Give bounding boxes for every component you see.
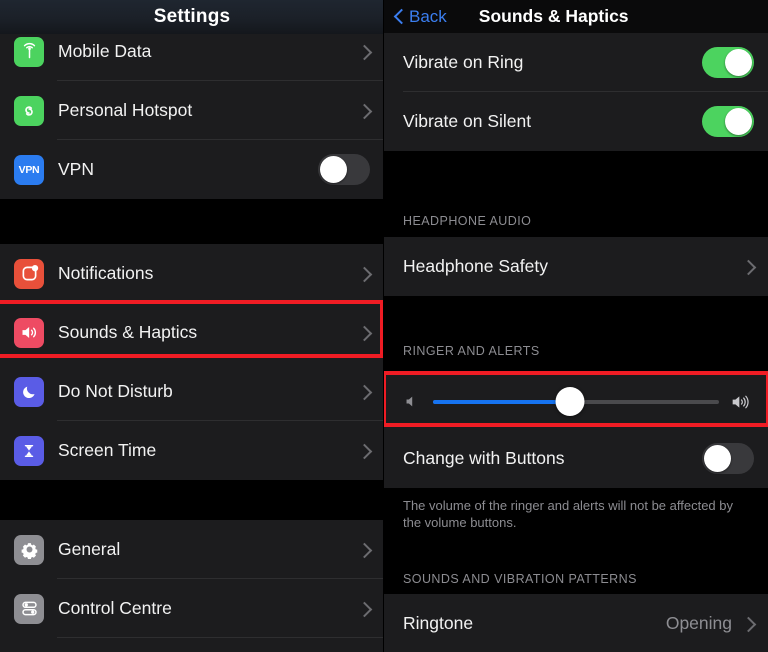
sidebar-item-vpn[interactable]: VPN VPN	[0, 140, 383, 199]
change-with-buttons-toggle[interactable]	[702, 443, 754, 474]
section-header-ringer-alerts: RINGER AND ALERTS	[384, 296, 768, 367]
sidebar-item-label: Sounds & Haptics	[58, 322, 198, 342]
row-label: Change with Buttons	[403, 448, 565, 468]
control-centre-icon	[14, 593, 44, 624]
row-label: Vibrate on Silent	[403, 111, 532, 131]
notifications-icon	[14, 258, 44, 289]
cellular-icon	[14, 36, 44, 67]
slider-thumb[interactable]	[555, 387, 585, 416]
chevron-right-icon	[358, 603, 370, 615]
ringer-volume-slider[interactable]	[433, 386, 719, 417]
chevron-left-icon	[392, 10, 405, 23]
speaker-low-icon	[398, 393, 424, 410]
chevron-right-icon	[358, 105, 370, 117]
chevron-right-icon	[742, 618, 754, 630]
change-with-buttons-group: Change with Buttons	[384, 429, 768, 488]
chevron-right-icon	[358, 445, 370, 457]
sidebar-item-label: Control Centre	[58, 598, 172, 618]
chevron-right-icon	[358, 327, 370, 339]
chevron-right-icon	[358, 544, 370, 556]
section-header-headphone-audio: HEADPHONE AUDIO	[384, 184, 768, 237]
hourglass-icon	[14, 435, 44, 466]
row-headphone-safety[interactable]: Headphone Safety	[384, 237, 768, 296]
row-label: Ringtone	[403, 613, 474, 633]
vibrate-on-ring-toggle[interactable]	[702, 47, 754, 78]
row-label: Vibrate on Ring	[403, 52, 524, 72]
row-vibrate-on-ring[interactable]: Vibrate on Ring	[384, 33, 768, 92]
chevron-right-icon	[358, 268, 370, 280]
sidebar-item-control-centre[interactable]: Control Centre	[0, 579, 383, 638]
vpn-icon-label: VPN	[18, 163, 40, 176]
page-title: Settings	[153, 6, 231, 27]
vpn-toggle[interactable]	[318, 154, 370, 185]
detail-header: Back Sounds & Haptics	[384, 0, 768, 33]
toggle-knob	[320, 156, 347, 183]
speaker-high-icon	[728, 392, 754, 412]
sidebar-item-label: Personal Hotspot	[58, 100, 193, 120]
section-header-sounds-vibration-patterns: SOUNDS AND VIBRATION PATTERNS	[384, 538, 768, 594]
group-gap	[0, 480, 383, 520]
sidebar-item-label: Screen Time	[58, 440, 157, 460]
chevron-right-icon	[358, 46, 370, 58]
ringer-footnote: The volume of the ringer and alerts will…	[384, 488, 768, 538]
ringer-volume-slider-row[interactable]	[384, 374, 768, 429]
sidebar-item-label: Notifications	[58, 263, 154, 283]
group-gap	[0, 199, 383, 244]
back-button[interactable]: Back	[392, 7, 447, 27]
row-label: Headphone Safety	[403, 256, 548, 276]
ringtone-value: Opening	[665, 613, 732, 633]
vpn-icon: VPN	[14, 154, 44, 185]
moon-icon	[14, 376, 44, 407]
toggle-knob	[725, 108, 752, 135]
sidebar-item-label: General	[58, 539, 121, 559]
row-change-with-buttons[interactable]: Change with Buttons	[384, 429, 768, 488]
row-ringtone[interactable]: Ringtone Opening	[384, 594, 768, 652]
sidebar-item-sounds-haptics[interactable]: Sounds & Haptics	[0, 303, 383, 362]
settings-header: Settings	[0, 0, 383, 34]
row-vibrate-on-silent[interactable]: Vibrate on Silent	[384, 92, 768, 151]
slider-fill	[433, 399, 571, 404]
settings-group-system: General Control Centre	[0, 520, 383, 652]
sounds-haptics-panel: Back Sounds & Haptics Vibrate on Ring Vi…	[384, 0, 768, 652]
vibrate-on-silent-toggle[interactable]	[702, 106, 754, 137]
sidebar-item-label: Do Not Disturb	[58, 381, 173, 401]
detail-page-title: Sounds & Haptics	[478, 6, 629, 26]
sidebar-item-label: VPN	[58, 159, 94, 179]
gear-icon	[14, 534, 44, 565]
toggle-knob	[704, 445, 731, 472]
sidebar-item-general[interactable]: General	[0, 520, 383, 579]
sidebar-item-screen-time[interactable]: Screen Time	[0, 421, 383, 480]
settings-group-connectivity: Mobile Data Personal Hotspot VPN VPN	[0, 22, 383, 199]
headphone-group: Headphone Safety	[384, 237, 768, 296]
sidebar-item-personal-hotspot[interactable]: Personal Hotspot	[0, 81, 383, 140]
settings-panel: Settings Mobile Data Personal Hotspot VP…	[0, 0, 384, 652]
patterns-group: Ringtone Opening	[384, 594, 768, 652]
settings-group-alerts: Notifications Sounds & Haptics Do Not Di…	[0, 244, 383, 480]
chevron-right-icon	[358, 386, 370, 398]
dual-panel-screenshot: Settings Mobile Data Personal Hotspot VP…	[0, 0, 768, 652]
sidebar-item-notifications[interactable]: Notifications	[0, 244, 383, 303]
toggle-knob	[725, 49, 752, 76]
hotspot-icon	[14, 95, 44, 126]
back-button-label: Back	[409, 6, 447, 26]
sidebar-item-partial[interactable]	[0, 638, 383, 652]
chevron-right-icon	[742, 261, 754, 273]
vibrate-group: Vibrate on Ring Vibrate on Silent	[384, 33, 768, 151]
sounds-haptics-icon	[14, 317, 44, 348]
sidebar-item-label: Mobile Data	[58, 41, 152, 61]
sidebar-item-do-not-disturb[interactable]: Do Not Disturb	[0, 362, 383, 421]
